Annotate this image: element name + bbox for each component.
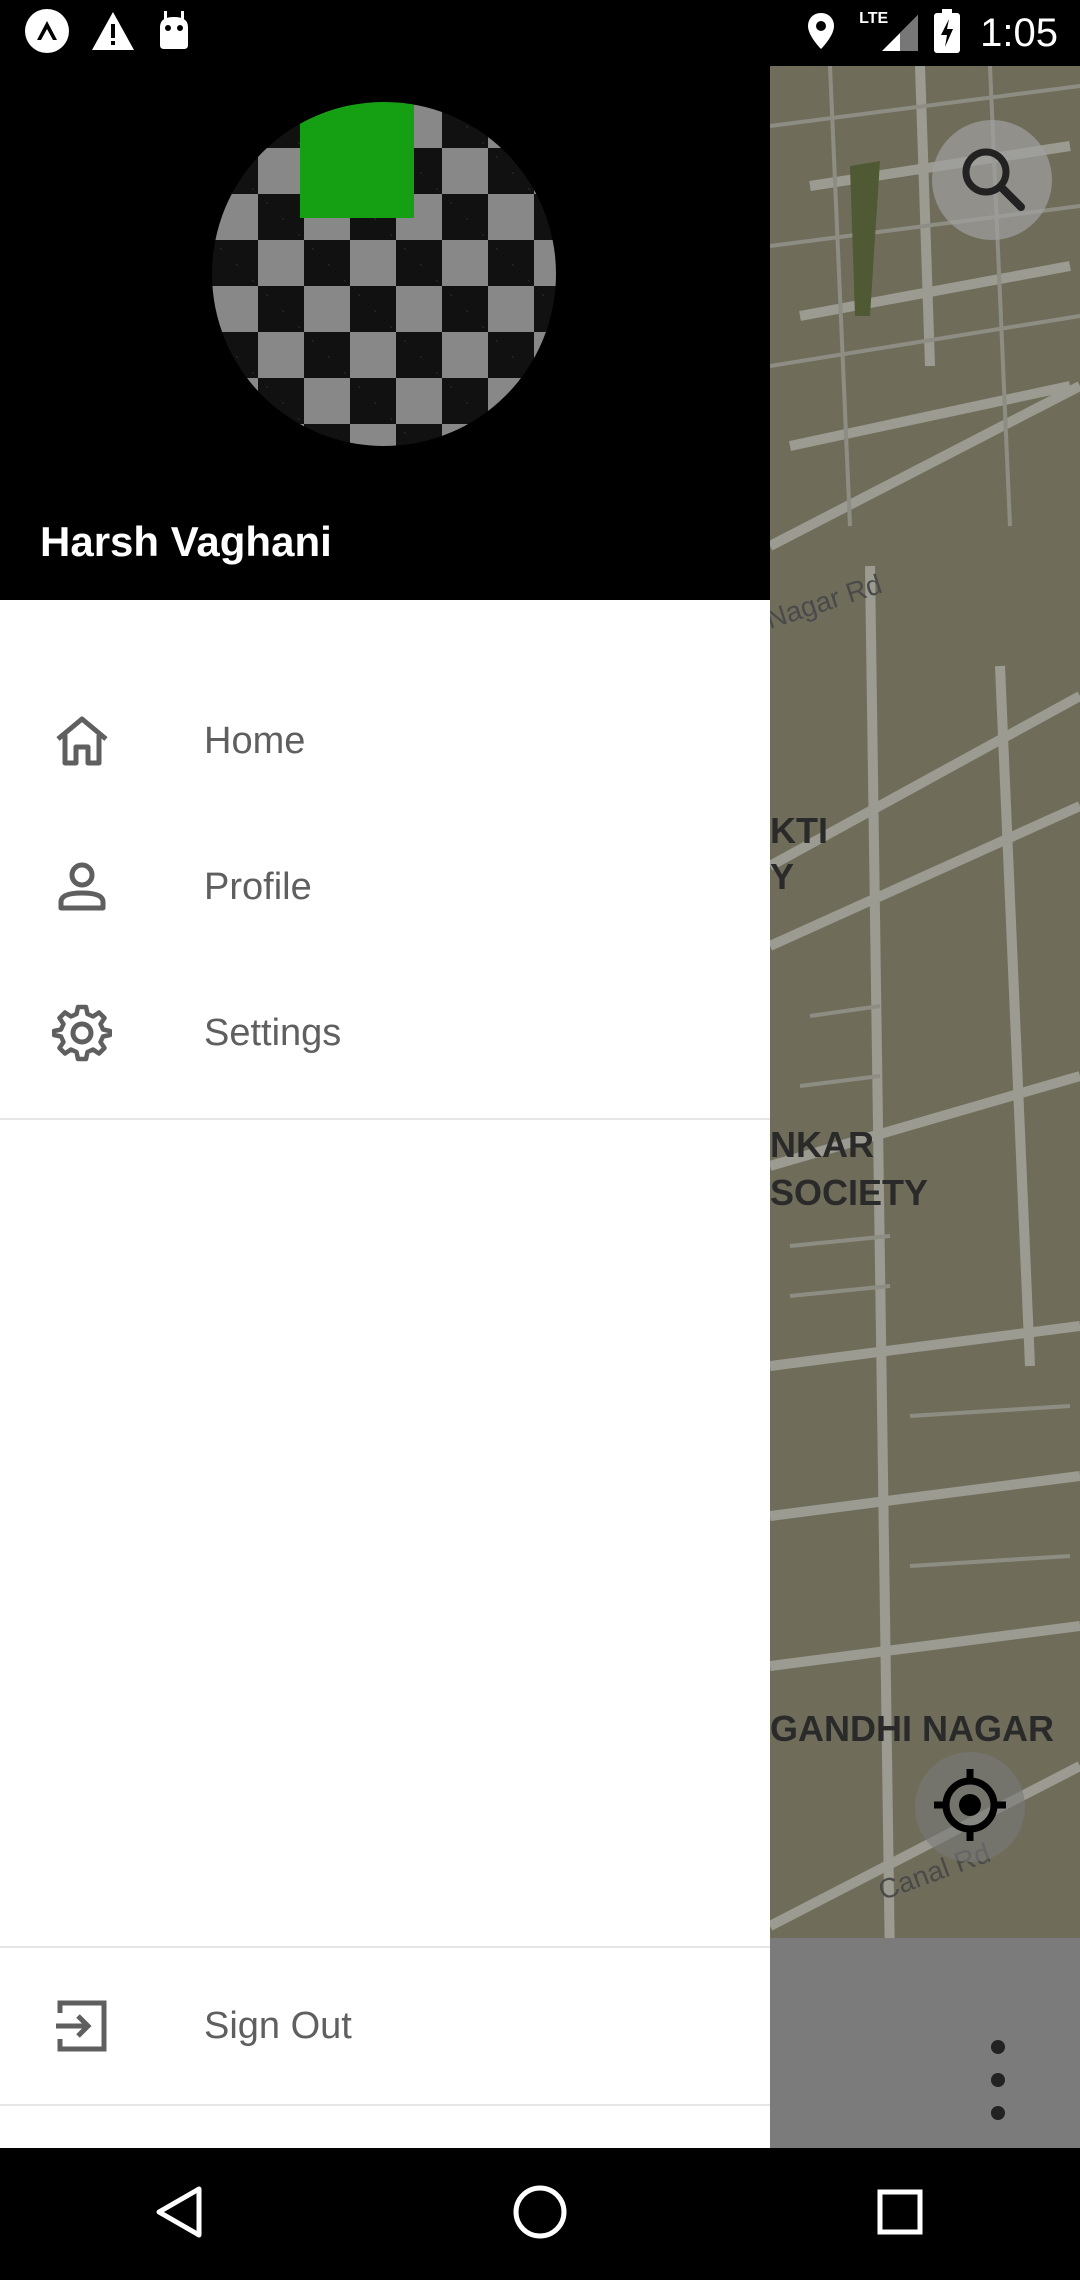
sign-out-label: Sign Out [204, 2004, 352, 2047]
recents-icon [876, 2188, 924, 2241]
back-icon [153, 2185, 207, 2244]
user-name: Harsh Vaghani [40, 518, 332, 565]
gear-icon [52, 1003, 112, 1063]
person-icon [52, 857, 112, 917]
map-bottom-bar [770, 1938, 1080, 2148]
signal-icon: LTE [851, 10, 920, 53]
drawer-divider [0, 2104, 770, 2106]
status-bar: LTE 1:05 [0, 0, 1080, 66]
expo-icon [24, 8, 70, 59]
avatar-green-block [300, 102, 414, 218]
warning-icon [90, 10, 136, 57]
drawer-item-label: Settings [204, 1011, 342, 1054]
exit-icon [52, 1996, 112, 2056]
crosshair-icon [930, 1765, 1010, 1850]
drawer-item-label: Home [204, 719, 306, 762]
drawer-item-label: Profile [204, 865, 312, 908]
search-icon [957, 143, 1027, 218]
drawer-item-settings[interactable]: Settings [0, 960, 770, 1106]
network-type: LTE [859, 10, 889, 27]
recents-button[interactable] [860, 2174, 940, 2254]
home-button[interactable] [500, 2174, 580, 2254]
system-navigation-bar [0, 2148, 1080, 2280]
map-label-area-5: GANDHI NAGAR [770, 1708, 1054, 1749]
map-label-area-1: KTI [770, 810, 828, 851]
drawer-header: Harsh Vaghani [0, 66, 770, 600]
android-icon [156, 10, 192, 56]
more-options-icon[interactable] [980, 2040, 1016, 2120]
sign-out-button[interactable]: Sign Out [0, 1948, 770, 2104]
battery-icon [934, 8, 961, 58]
location-icon [805, 11, 837, 56]
back-button[interactable] [140, 2174, 220, 2254]
home-icon [52, 711, 112, 771]
map-label-area-2: Y [770, 856, 795, 897]
map-label-area-4: SOCIETY [770, 1172, 929, 1213]
map-view[interactable]: Nagar Rd KTI Y NKAR SOCIETY GANDHI NAGAR… [770, 66, 1080, 1938]
map-search-button[interactable] [932, 120, 1052, 240]
navigation-drawer: Harsh Vaghani Home Profile Settings Sign… [0, 66, 770, 2148]
home-circle-icon [512, 2184, 568, 2245]
clock: 1:05 [980, 10, 1058, 55]
my-location-button[interactable] [915, 1752, 1025, 1862]
drawer-divider [0, 1118, 770, 1120]
drawer-item-profile[interactable]: Profile [0, 814, 770, 960]
map-label-area-3: NKAR [770, 1124, 874, 1165]
drawer-item-home[interactable]: Home [0, 668, 770, 814]
avatar [212, 102, 556, 446]
